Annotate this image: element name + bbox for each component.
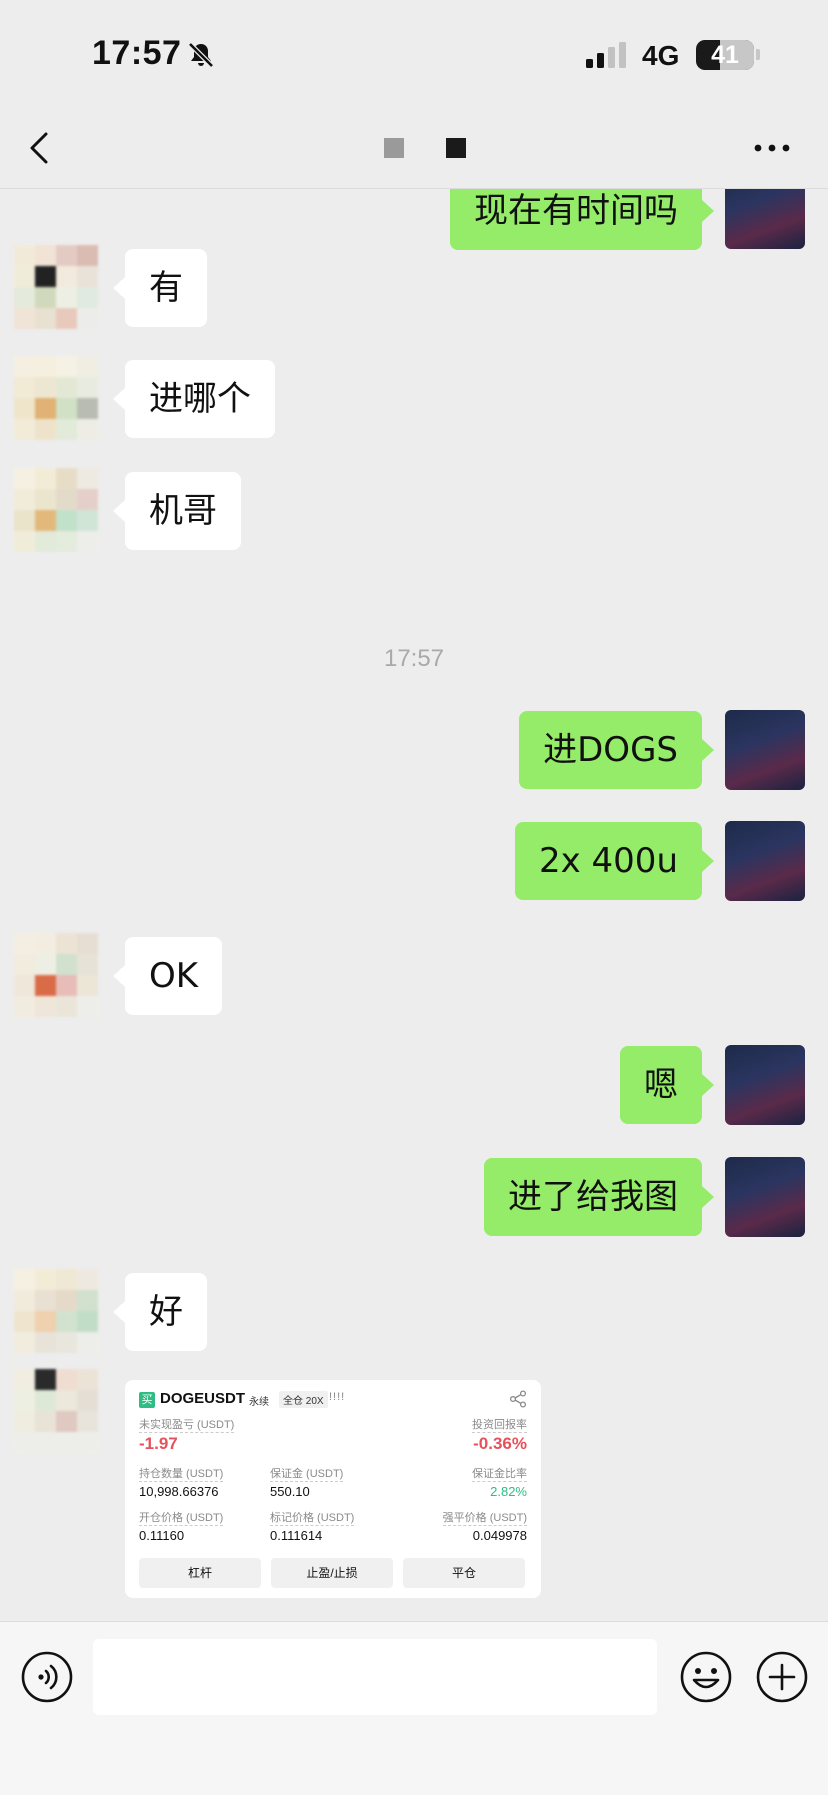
my-avatar[interactable] — [725, 1157, 805, 1237]
share-icon — [509, 1390, 527, 1408]
message-row: OK — [0, 933, 828, 1023]
incoming-message-bubble[interactable]: 好 — [113, 1273, 207, 1351]
position-size-label: 持仓数量 (USDT) — [139, 1468, 224, 1482]
message-row: 进哪个 — [0, 356, 828, 446]
margin-ratio-value: 2.82% — [490, 1484, 527, 1499]
margin-value: 550.10 — [270, 1484, 310, 1499]
unrealized-pnl-value: -1.97 — [139, 1434, 178, 1453]
message-timestamp: 17:57 — [383, 645, 445, 672]
contact-avatar[interactable] — [14, 1369, 98, 1453]
battery-icon: 41 — [696, 40, 754, 70]
message-input[interactable] — [93, 1639, 657, 1715]
contact-avatar[interactable] — [14, 1269, 98, 1353]
contact-avatar[interactable] — [14, 356, 98, 440]
entry-price-label: 开仓价格 (USDT) — [139, 1512, 224, 1526]
message-row: 进了给我图 — [0, 1157, 828, 1247]
risk-bars: !!!! — [329, 1391, 346, 1403]
close-position-button: 平仓 — [403, 1558, 525, 1588]
liquidation-price-value: 0.049978 — [472, 1528, 527, 1543]
bell-off-icon — [188, 42, 214, 68]
incoming-message-bubble[interactable]: 有 — [113, 249, 207, 327]
unrealized-pnl-label: 未实现盈亏 (USDT) — [139, 1419, 235, 1433]
mark-price-label: 标记价格 (USDT) — [270, 1512, 355, 1526]
chevron-left-icon[interactable] — [26, 128, 56, 168]
my-avatar[interactable] — [725, 821, 805, 901]
network-type: 4G — [642, 40, 680, 71]
buy-badge: 买 — [139, 1392, 155, 1408]
message-row: 2x 400u — [0, 821, 828, 911]
outgoing-message-bubble[interactable]: 现在有时间吗 — [450, 189, 714, 250]
tp-sl-button: 止盈/止损 — [271, 1558, 393, 1588]
ellipsis-icon[interactable] — [752, 142, 792, 154]
message-row: 机哥 — [0, 468, 828, 558]
contract-type-tag: 永续 — [249, 1397, 269, 1408]
liquidation-price-label: 强平价格 (USDT) — [442, 1512, 527, 1526]
my-avatar[interactable] — [725, 1045, 805, 1125]
outgoing-message-bubble[interactable]: 2x 400u — [514, 822, 715, 900]
chat-title-redacted — [446, 138, 466, 158]
status-time: 17:57 — [92, 34, 182, 72]
trade-symbol: DOGEUSDT — [160, 1390, 246, 1407]
status-bar: 17:57 4G 41 — [0, 0, 828, 110]
margin-ratio-label: 保证金比率 — [472, 1468, 527, 1482]
position-size-value: 10,998.66376 — [139, 1484, 219, 1499]
roi-label: 投资回报率 — [472, 1419, 527, 1433]
message-row: 好 — [0, 1269, 828, 1359]
battery-percent: 41 — [711, 41, 739, 69]
contact-avatar[interactable] — [14, 468, 98, 552]
entry-price-value: 0.11160 — [139, 1528, 185, 1543]
signal-icon — [586, 42, 626, 68]
incoming-message-bubble[interactable]: 进哪个 — [113, 360, 275, 438]
leverage-button: 杠杆 — [139, 1558, 261, 1588]
voice-icon[interactable] — [20, 1650, 74, 1704]
input-bar — [0, 1621, 828, 1795]
message-row: 嗯 — [0, 1045, 828, 1135]
chat-screen: 17:57 4G 41 现在有时间吗 有 进哪个 机哥 17:57 进DOGS … — [0, 0, 828, 1795]
my-avatar[interactable] — [725, 189, 805, 249]
plus-icon[interactable] — [755, 1650, 809, 1704]
message-list[interactable]: 现在有时间吗 有 进哪个 机哥 17:57 进DOGS 2x 400u OK 嗯… — [0, 189, 828, 1621]
incoming-message-bubble[interactable]: 机哥 — [113, 472, 241, 550]
message-row: 有 — [0, 245, 828, 335]
my-avatar[interactable] — [725, 710, 805, 790]
message-row: 进DOGS — [0, 710, 828, 800]
incoming-message-bubble[interactable]: OK — [112, 937, 223, 1015]
nav-bar — [0, 110, 828, 189]
contact-avatar[interactable] — [14, 245, 98, 329]
outgoing-message-bubble[interactable]: 进DOGS — [519, 711, 714, 789]
roi-value: -0.36% — [473, 1434, 527, 1453]
outgoing-message-bubble[interactable]: 进了给我图 — [484, 1158, 714, 1236]
trade-screenshot-image[interactable]: 买 DOGEUSDT 永续 全仓 20X !!!! 未实现盈亏 (USDT) -… — [125, 1380, 541, 1598]
contact-avatar[interactable] — [14, 933, 98, 1017]
margin-mode-tag: 全仓 20X — [279, 1391, 328, 1408]
chat-title-redacted — [384, 138, 404, 158]
emoji-icon[interactable] — [679, 1650, 733, 1704]
mark-price-value: 0.111614 — [270, 1528, 323, 1543]
battery-nub — [756, 49, 760, 60]
outgoing-message-bubble[interactable]: 嗯 — [620, 1046, 714, 1124]
margin-label: 保证金 (USDT) — [270, 1468, 344, 1482]
